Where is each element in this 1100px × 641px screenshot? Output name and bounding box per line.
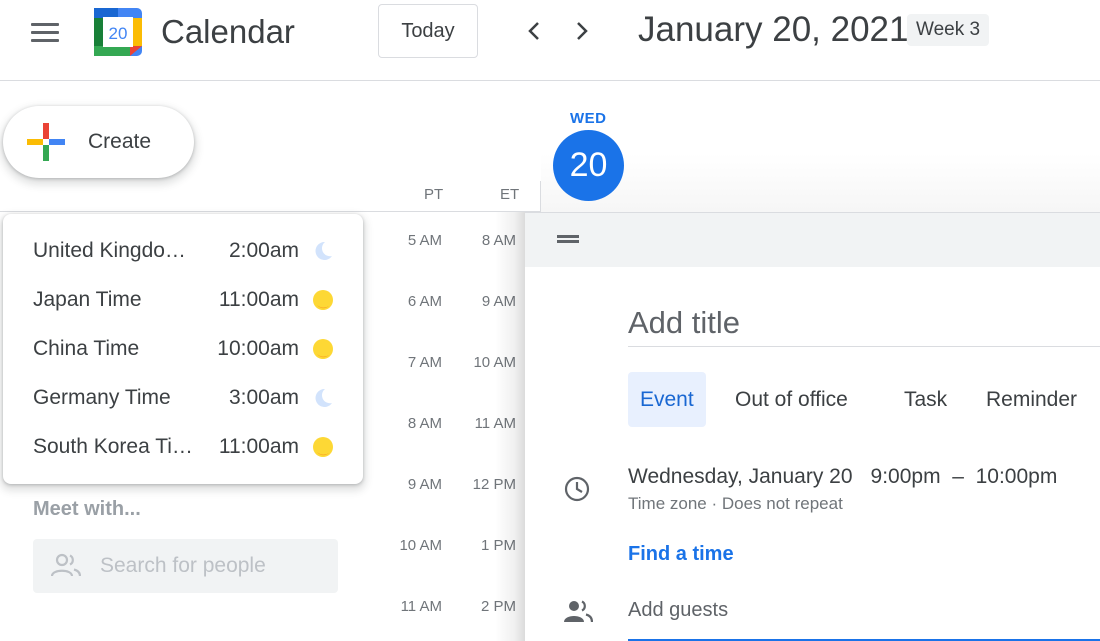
current-date-title: January 20, 2021 (638, 10, 909, 49)
find-a-time-link[interactable]: Find a time (628, 543, 734, 566)
tab-out-of-office[interactable]: Out of office (723, 372, 860, 427)
top-app-bar: 20 Calendar Today January 20, 2021 Week … (0, 0, 1100, 81)
quick-event-panel: Event Out of office Task Reminder Wednes… (525, 212, 1100, 641)
tab-event[interactable]: Event (628, 372, 706, 427)
logo-date-text: 20 (109, 24, 128, 43)
search-people-input[interactable]: Search for people (33, 539, 338, 593)
multicolor-plus-icon (27, 123, 65, 161)
app-title: Calendar (161, 13, 295, 50)
add-guests-input[interactable]: Add guests (628, 599, 728, 622)
world-clock-time: 3:00am (228, 386, 299, 409)
event-datetime-row[interactable]: Wednesday, January 20 9:00pm – 10:00pm (628, 465, 1057, 489)
event-title-input[interactable] (628, 299, 1100, 347)
world-clock-time: 10:00am (217, 337, 299, 360)
day-column-header (541, 82, 1100, 212)
time-range-dash: – (952, 465, 964, 488)
tab-reminder[interactable]: Reminder (974, 372, 1089, 427)
create-button[interactable]: Create (3, 106, 194, 178)
today-button[interactable]: Today (378, 4, 478, 58)
world-clock-time: 2:00am (228, 239, 299, 262)
world-clock-row[interactable]: China Time 10:00am (3, 329, 363, 369)
world-clock-zone-name: United Kingdo… (33, 239, 186, 262)
sun-icon (313, 290, 333, 310)
world-clock-row[interactable]: United Kingdo… 2:00am (3, 231, 363, 271)
sun-icon (313, 339, 333, 359)
main-menu-icon[interactable] (28, 21, 62, 45)
hour-label-pt: 5 AM (407, 232, 442, 249)
world-clock-row[interactable]: Japan Time 11:00am (3, 280, 363, 320)
sun-icon (313, 437, 333, 457)
week-number-badge: Week 3 (907, 14, 990, 46)
search-people-placeholder: Search for people (100, 554, 266, 577)
chevron-right-icon (577, 22, 588, 40)
world-clock-zone-name: Japan Time (33, 288, 142, 311)
timezone-label-primary[interactable]: PT (424, 186, 443, 203)
clock-icon (564, 476, 590, 502)
event-end-time[interactable]: 10:00pm (976, 465, 1058, 488)
world-clock-time: 11:00am (218, 435, 299, 458)
calendar-logo-icon[interactable]: 20 (94, 8, 142, 56)
create-button-label: Create (88, 130, 152, 153)
world-clock-zone-name: South Korea Ti… (33, 435, 193, 458)
day-of-week-label: WED (570, 110, 607, 127)
panel-drag-bar[interactable] (525, 213, 1100, 267)
world-clock-row[interactable]: South Korea Ti… 11:00am (3, 427, 363, 467)
timezone-label-secondary[interactable]: ET (500, 186, 519, 203)
people-icon (51, 553, 81, 577)
hour-label-pt: 10 AM (399, 537, 442, 554)
world-clock-popup: United Kingdo… 2:00am Japan Time 11:00am… (3, 214, 363, 484)
drag-handle-icon[interactable] (557, 234, 579, 244)
tab-task[interactable]: Task (892, 372, 959, 427)
world-clock-zone-name: Germany Time (33, 386, 171, 409)
chevron-left-icon (528, 22, 539, 40)
moon-icon (315, 388, 332, 407)
next-period-button[interactable] (566, 14, 598, 48)
hour-label-pt: 6 AM (407, 293, 442, 310)
hour-label-pt: 9 AM (407, 476, 442, 493)
hour-label-pt: 11 AM (400, 598, 442, 615)
event-start-time[interactable]: 9:00pm (871, 465, 941, 488)
hour-label-pt: 8 AM (407, 415, 442, 432)
world-clock-zone-name: China Time (33, 337, 140, 360)
meet-with-heading: Meet with... (33, 498, 141, 520)
panel-shadow (495, 212, 527, 641)
moon-icon (315, 241, 332, 260)
timezone-repeat-summary[interactable]: Time zone · Does not repeat (628, 494, 843, 514)
guests-icon (564, 600, 593, 623)
world-clock-row[interactable]: Germany Time 3:00am (3, 378, 363, 418)
world-clock-time: 11:00am (218, 288, 299, 311)
previous-period-button[interactable] (518, 14, 550, 48)
day-number-button[interactable]: 20 (553, 130, 624, 201)
event-date[interactable]: Wednesday, January 20 (628, 465, 853, 488)
hour-label-pt: 7 AM (407, 354, 442, 371)
